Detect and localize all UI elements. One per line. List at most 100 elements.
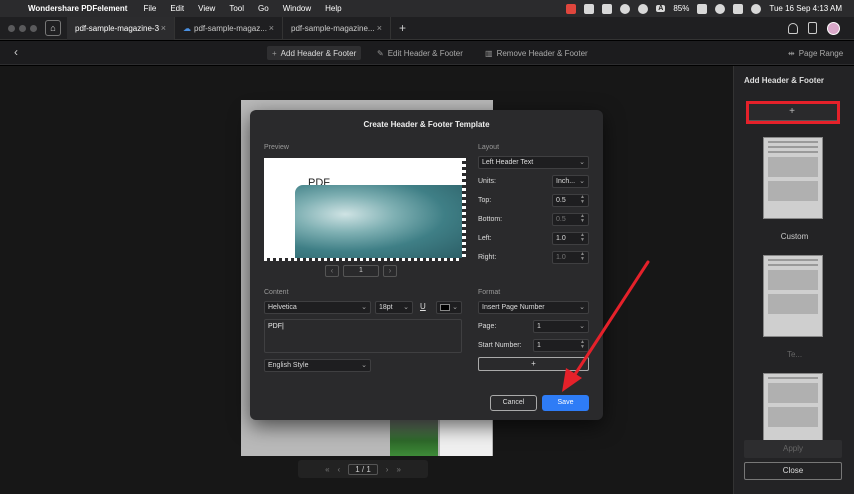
- page-range-button[interactable]: ⇹ Page Range: [783, 46, 848, 60]
- chevron-down-icon: ⌄: [361, 304, 367, 311]
- top-stepper[interactable]: 0.5 ▲ ▼: [552, 194, 589, 207]
- menu-file[interactable]: File: [143, 4, 156, 13]
- bottom-label: Bottom:: [478, 216, 503, 223]
- font-select[interactable]: Helvetica ⌄: [264, 301, 371, 314]
- create-template-dialog: Create Header & Footer Template Preview …: [250, 110, 603, 420]
- right-stepper[interactable]: 1.0 ▲ ▼: [552, 251, 589, 264]
- cloud-icon: ☁: [183, 23, 191, 33]
- bottom-value: 0.5: [556, 216, 566, 223]
- left-label: Left:: [478, 235, 492, 242]
- page-select[interactable]: 1 ⌄: [533, 320, 589, 333]
- record-icon[interactable]: [566, 3, 577, 14]
- siri-icon[interactable]: [751, 3, 762, 14]
- zoom-window-button[interactable]: [30, 24, 37, 32]
- menu-app-name[interactable]: Wondershare PDFelement: [28, 4, 127, 13]
- menu-window[interactable]: Window: [283, 4, 311, 13]
- chevron-down-icon: ⌄: [361, 362, 367, 369]
- device-icon[interactable]: [808, 22, 817, 34]
- minimize-window-button[interactable]: [19, 24, 26, 32]
- menu-bar: Wondershare PDFelement File Edit View To…: [0, 0, 854, 17]
- prev-page-icon[interactable]: ‹: [338, 465, 341, 474]
- input-source-badge[interactable]: A: [656, 5, 666, 12]
- clock-icon[interactable]: [638, 3, 649, 14]
- stepper-icon[interactable]: ▲ ▼: [580, 233, 585, 243]
- stepper-icon[interactable]: ▲ ▼: [580, 195, 585, 205]
- content-textarea[interactable]: PDF|: [264, 319, 462, 353]
- add-header-footer-button[interactable]: + Add Header & Footer: [267, 46, 362, 60]
- layout-label: Layout: [478, 144, 500, 151]
- tab-close-icon[interactable]: ×: [269, 23, 274, 33]
- dialog-title: Create Header & Footer Template: [363, 120, 490, 129]
- screenshot-icon[interactable]: [584, 3, 595, 14]
- page-label: Page:: [478, 323, 497, 330]
- battery-icon[interactable]: [697, 3, 708, 14]
- tab-close-icon[interactable]: ×: [161, 23, 166, 33]
- style-select[interactable]: English Style ⌄: [264, 359, 371, 372]
- tab-document-2[interactable]: ☁ pdf-sample-magaz... ×: [175, 16, 283, 40]
- font-value: Helvetica: [268, 304, 297, 311]
- chevron-down-icon: ⌄: [403, 304, 409, 311]
- template-thumbnail-custom[interactable]: [763, 137, 823, 219]
- first-page-icon[interactable]: «: [325, 465, 329, 474]
- last-page-icon[interactable]: »: [396, 465, 400, 474]
- underline-button[interactable]: U: [420, 302, 426, 311]
- bottom-stepper[interactable]: 0.5 ▲ ▼: [552, 213, 589, 226]
- page-photo: [390, 418, 438, 456]
- start-number-stepper[interactable]: 1 ▲ ▼: [533, 339, 589, 352]
- top-value: 0.5: [556, 197, 566, 204]
- apply-button[interactable]: Apply: [744, 440, 842, 458]
- close-window-button[interactable]: [8, 24, 15, 32]
- next-page-icon[interactable]: ›: [386, 465, 389, 474]
- format-label: Format: [478, 289, 501, 296]
- menu-clock[interactable]: Tue 16 Sep 4:13 AM: [769, 4, 842, 13]
- wifi-icon[interactable]: [715, 3, 726, 14]
- layout-value: Left Header Text: [482, 159, 534, 166]
- home-button[interactable]: ⌂: [45, 20, 61, 36]
- new-tab-button[interactable]: +: [399, 21, 406, 35]
- save-button[interactable]: Save: [542, 395, 589, 411]
- tab-close-icon[interactable]: ×: [377, 23, 382, 33]
- bell-icon[interactable]: [788, 22, 798, 34]
- font-size-value: 18pt: [379, 304, 393, 311]
- layout-select[interactable]: Left Header Text ⌄: [478, 156, 589, 169]
- start-number-value: 1: [537, 342, 541, 349]
- tab-document-1[interactable]: pdf-sample-magazine-3 ×: [67, 16, 175, 40]
- bluetooth-icon[interactable]: [620, 3, 631, 14]
- cancel-button[interactable]: Cancel: [490, 395, 537, 411]
- color-select[interactable]: ⌄: [436, 301, 462, 314]
- edit-header-footer-button[interactable]: ✎ Edit Header & Footer: [372, 46, 468, 60]
- template-label-custom: Custom: [780, 232, 809, 241]
- left-stepper[interactable]: 1.0 ▲ ▼: [552, 232, 589, 245]
- remove-header-footer-button[interactable]: ▥ Remove Header & Footer: [480, 46, 593, 60]
- text-icon[interactable]: [602, 3, 613, 14]
- stepper-icon[interactable]: ▲ ▼: [580, 252, 585, 262]
- preview-page-number[interactable]: 1: [343, 265, 379, 277]
- page-number-box[interactable]: 1 / 1: [348, 463, 378, 475]
- right-panel: Add Header & Footer + Custom Te... Apply…: [733, 66, 854, 494]
- template-thumbnail-2[interactable]: [763, 255, 823, 337]
- units-select[interactable]: Inch... ⌄: [552, 175, 589, 188]
- preview-next-icon[interactable]: ›: [383, 265, 397, 277]
- format-select[interactable]: Insert Page Number ⌄: [478, 301, 589, 314]
- top-label: Top:: [478, 197, 492, 204]
- menu-view[interactable]: View: [198, 4, 215, 13]
- menu-go[interactable]: Go: [258, 4, 269, 13]
- menu-help[interactable]: Help: [325, 4, 341, 13]
- preview-navigator: ‹ 1 ›: [325, 265, 397, 277]
- edit-header-footer-label: Edit Header & Footer: [387, 48, 463, 58]
- page-photo-flower: [440, 418, 492, 456]
- avatar[interactable]: [827, 21, 840, 35]
- menu-edit[interactable]: Edit: [170, 4, 184, 13]
- close-button[interactable]: Close: [744, 462, 842, 480]
- preview-prev-icon[interactable]: ‹: [325, 265, 339, 277]
- tab-document-3[interactable]: pdf-sample-magazine... ×: [283, 16, 391, 40]
- plus-icon: +: [272, 48, 277, 58]
- back-chevron-icon[interactable]: ‹: [14, 45, 18, 59]
- stepper-icon[interactable]: ▲ ▼: [580, 340, 585, 350]
- menu-tool[interactable]: Tool: [229, 4, 244, 13]
- insert-button[interactable]: +: [478, 357, 589, 371]
- stepper-icon[interactable]: ▲ ▼: [580, 214, 585, 224]
- control-center-icon[interactable]: [733, 3, 744, 14]
- font-size-select[interactable]: 18pt ⌄: [375, 301, 413, 314]
- page-navigator: « ‹ 1 / 1 › »: [298, 460, 428, 478]
